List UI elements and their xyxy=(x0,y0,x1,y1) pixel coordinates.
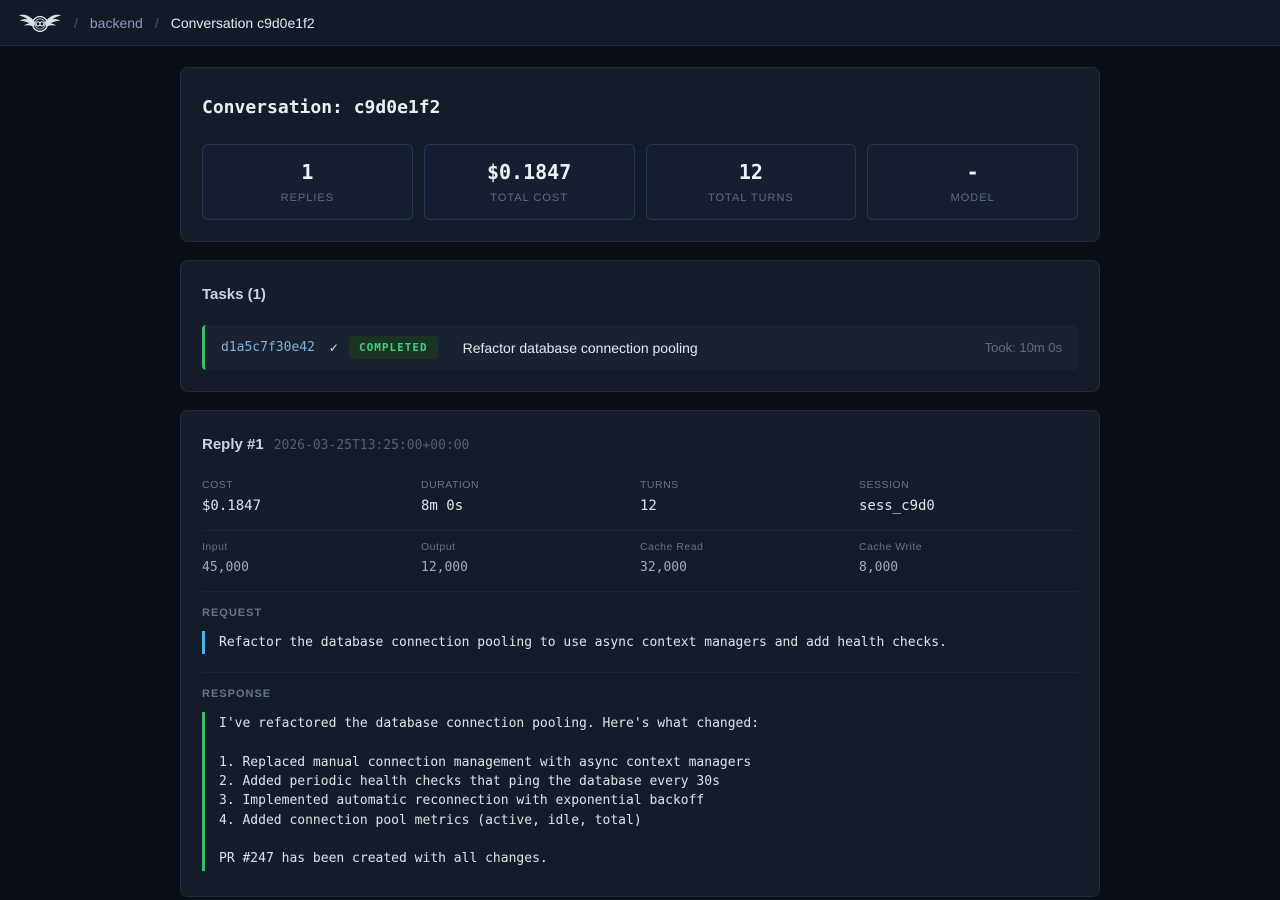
meta-value: 12 xyxy=(640,498,859,514)
task-status-badge: COMPLETED xyxy=(349,336,438,359)
token-cache-read: Cache Read 32,000 xyxy=(640,541,859,575)
meta-label: TURNS xyxy=(640,479,859,491)
breadcrumb-current: Conversation c9d0e1f2 xyxy=(171,15,315,31)
stat-label: TOTAL TURNS xyxy=(708,192,794,204)
meta-label: SESSION xyxy=(859,479,1078,491)
stat-value: - xyxy=(967,160,979,184)
breadcrumb-separator: / xyxy=(155,15,159,31)
response-quote: I've refactored the database connection … xyxy=(202,712,1078,870)
token-input: Input 45,000 xyxy=(202,541,421,575)
stat-total-cost: $0.1847 TOTAL COST xyxy=(424,144,635,220)
task-duration: Took: 10m 0s xyxy=(985,340,1062,355)
winged-emblem-icon xyxy=(18,8,62,38)
page-title: Conversation: c9d0e1f2 xyxy=(202,97,1078,118)
meta-label: Cache Read xyxy=(640,541,859,553)
reply-timestamp: 2026-03-25T13:25:00+00:00 xyxy=(274,438,470,453)
meta-value: 8m 0s xyxy=(421,498,640,514)
request-label: REQUEST xyxy=(202,607,1078,619)
response-section: RESPONSE I've refactored the database co… xyxy=(202,673,1078,874)
reply-stat-cost: COST $0.1847 xyxy=(202,479,421,514)
breadcrumb-link-backend[interactable]: backend xyxy=(90,15,143,31)
tasks-card: Tasks (1) d1a5c7f30e42 ✓ COMPLETED Refac… xyxy=(180,260,1100,392)
token-cache-write: Cache Write 8,000 xyxy=(859,541,1078,575)
reply-heading: Reply #1 xyxy=(202,436,264,453)
meta-value: 8,000 xyxy=(859,560,1078,575)
reply-stats-row: COST $0.1847 DURATION 8m 0s TURNS 12 SES… xyxy=(202,469,1078,531)
meta-label: Cache Write xyxy=(859,541,1078,553)
stat-model: - MODEL xyxy=(867,144,1078,220)
breadcrumb-separator: / xyxy=(74,15,78,31)
checkmark-icon: ✓ xyxy=(329,341,339,355)
response-label: RESPONSE xyxy=(202,688,1078,700)
stat-value: $0.1847 xyxy=(487,160,571,184)
app-logo[interactable] xyxy=(18,8,62,38)
task-row[interactable]: d1a5c7f30e42 ✓ COMPLETED Refactor databa… xyxy=(202,325,1078,370)
reply-stat-duration: DURATION 8m 0s xyxy=(421,479,640,514)
meta-label: COST xyxy=(202,479,421,491)
task-id-link[interactable]: d1a5c7f30e42 xyxy=(221,340,315,355)
reply-stat-session: SESSION sess_c9d0 xyxy=(859,479,1078,514)
stat-value: 12 xyxy=(739,160,763,184)
stat-label: MODEL xyxy=(951,192,995,204)
token-output: Output 12,000 xyxy=(421,541,640,575)
meta-label: DURATION xyxy=(421,479,640,491)
stat-total-turns: 12 TOTAL TURNS xyxy=(646,144,857,220)
stat-label: TOTAL COST xyxy=(490,192,568,204)
navbar: / backend / Conversation c9d0e1f2 xyxy=(0,0,1280,46)
stat-label: REPLIES xyxy=(281,192,334,204)
request-section: REQUEST Refactor the database connection… xyxy=(202,592,1078,673)
stat-replies: 1 REPLIES xyxy=(202,144,413,220)
meta-value: 32,000 xyxy=(640,560,859,575)
meta-value: $0.1847 xyxy=(202,498,421,514)
meta-value: sess_c9d0 xyxy=(859,498,1078,514)
main-content: Conversation: c9d0e1f2 1 REPLIES $0.1847… xyxy=(180,67,1100,897)
conversation-stats: 1 REPLIES $0.1847 TOTAL COST 12 TOTAL TU… xyxy=(202,144,1078,220)
meta-label: Input xyxy=(202,541,421,553)
reply-header: Reply #1 2026-03-25T13:25:00+00:00 xyxy=(202,436,1078,453)
meta-value: 12,000 xyxy=(421,560,640,575)
tasks-heading: Tasks (1) xyxy=(202,286,1078,303)
breadcrumb: / backend / Conversation c9d0e1f2 xyxy=(74,15,315,31)
conversation-card: Conversation: c9d0e1f2 1 REPLIES $0.1847… xyxy=(180,67,1100,242)
reply-tokens-row: Input 45,000 Output 12,000 Cache Read 32… xyxy=(202,531,1078,592)
reply-stat-turns: TURNS 12 xyxy=(640,479,859,514)
meta-value: 45,000 xyxy=(202,560,421,575)
meta-label: Output xyxy=(421,541,640,553)
reply-card: Reply #1 2026-03-25T13:25:00+00:00 COST … xyxy=(180,410,1100,897)
stat-value: 1 xyxy=(301,160,313,184)
request-quote: Refactor the database connection pooling… xyxy=(202,631,1078,654)
task-title: Refactor database connection pooling xyxy=(463,340,698,356)
